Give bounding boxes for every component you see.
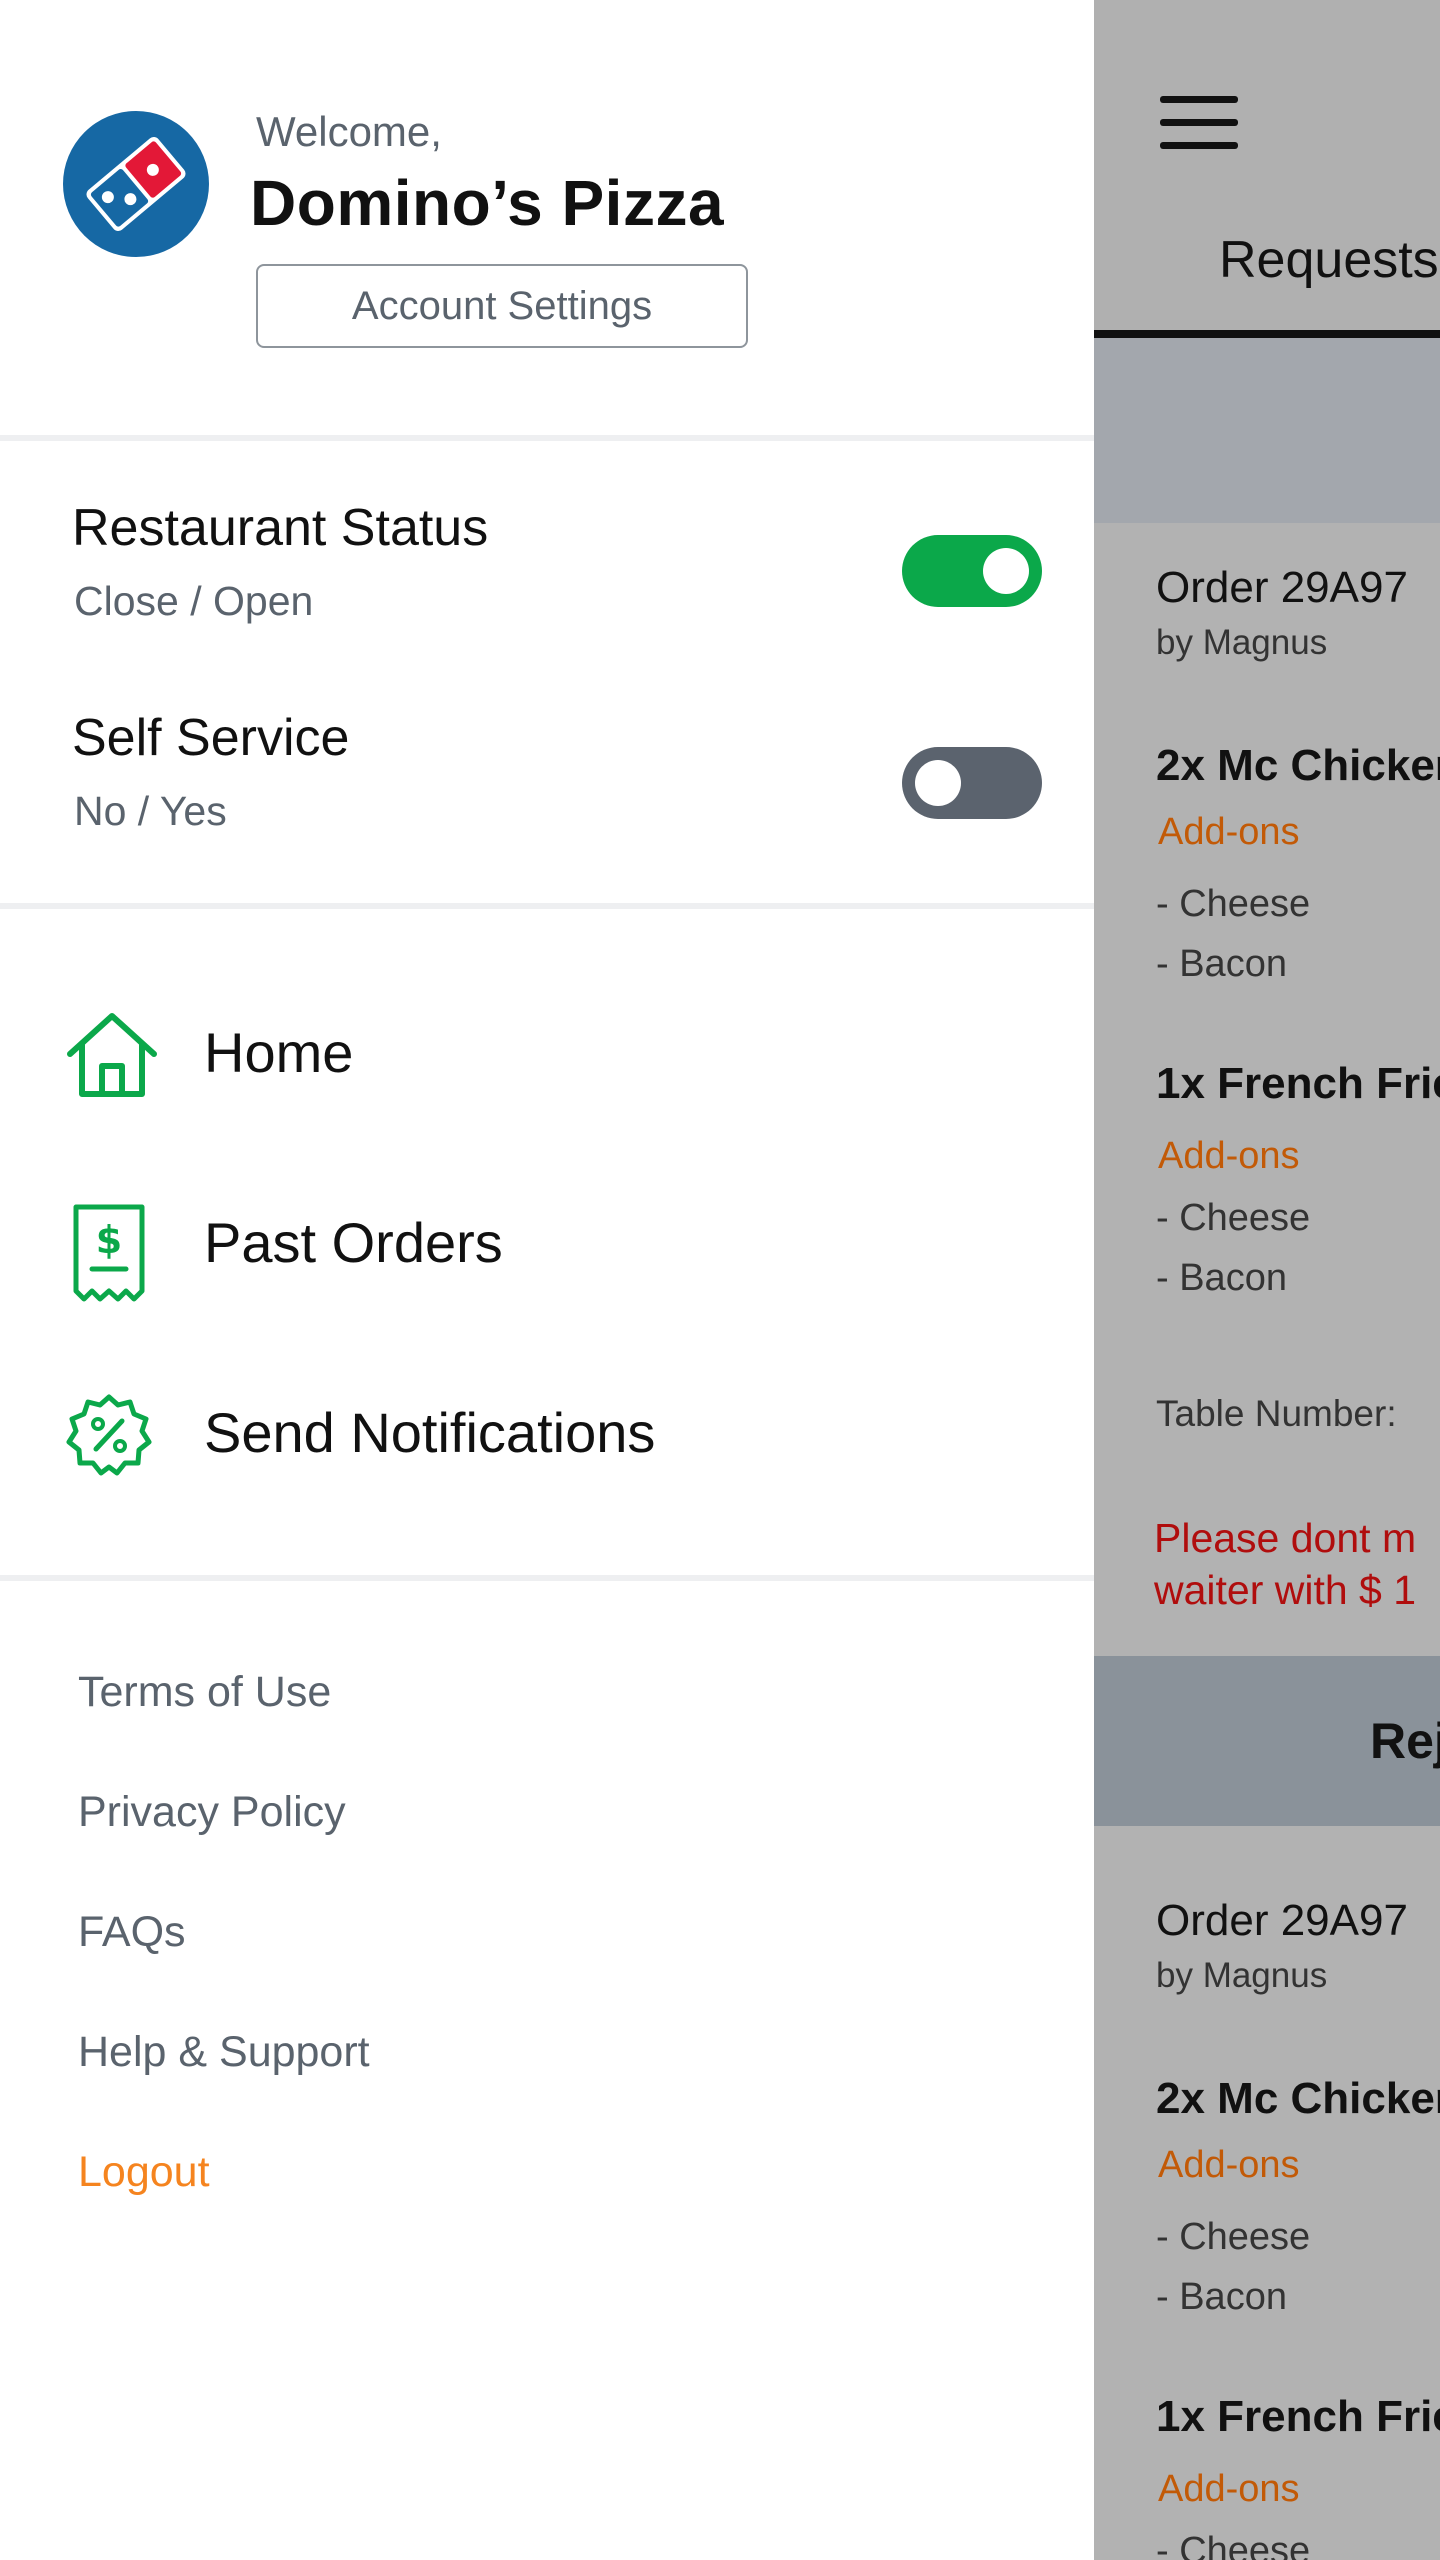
order-customer: by Magnus <box>1156 1956 1328 1995</box>
note-line: Please dont m <box>1154 1515 1417 1561</box>
divider <box>0 1575 1094 1581</box>
section-band <box>1092 338 1440 523</box>
nav-past-orders[interactable]: $ Past Orders <box>0 1167 1094 1317</box>
self-service-toggle[interactable] <box>902 747 1042 819</box>
item-name: 1x French Fries <box>1156 1059 1440 1108</box>
svg-text:$: $ <box>96 1218 122 1262</box>
receipt-dollar-icon: $ <box>73 1204 145 1302</box>
restaurant-status-sub: Close / Open <box>74 578 314 624</box>
order-item: 1x French Fries Add-ons - Cheese - Bacon <box>1092 1025 1440 1349</box>
dominos-logo <box>63 111 209 257</box>
nav-home-label: Home <box>204 1021 354 1084</box>
item-name: 1x French Fries <box>1156 2392 1440 2441</box>
addon-option: - Cheese <box>1156 2530 1311 2560</box>
restaurant-name: Domino’s Pizza <box>250 167 725 239</box>
nav-home[interactable]: Home <box>0 977 1094 1127</box>
addons-label: Add-ons <box>1158 1135 1300 1177</box>
divider <box>0 903 1094 909</box>
addon-option: - Cheese <box>1156 883 1311 925</box>
addons-label: Add-ons <box>1158 2144 1300 2186</box>
addon-option: - Cheese <box>1156 2216 1311 2258</box>
menu-icon[interactable] <box>1160 96 1238 150</box>
addon-option: - Bacon <box>1156 1257 1287 1299</box>
order-title: Order 29A97 <box>1156 1896 1408 1945</box>
addon-option: - Bacon <box>1156 2276 1287 2318</box>
toggle-knob <box>915 760 961 806</box>
table-number-label: Table Number: <box>1156 1393 1397 1434</box>
self-service-label: Self Service <box>72 709 350 767</box>
order-item: 2x Mc Chicken Add-ons - Cheese - Bacon <box>1092 2034 1440 2360</box>
account-settings-button[interactable]: Account Settings <box>256 264 748 348</box>
addons-label: Add-ons <box>1158 2468 1300 2510</box>
side-drawer: Welcome, Domino’s Pizza Account Settings… <box>0 0 1094 2560</box>
addon-option: - Bacon <box>1156 943 1287 985</box>
order-customer: by Magnus <box>1156 623 1328 662</box>
tab-requests[interactable]: Requests <box>1219 230 1439 290</box>
item-name: 2x Mc Chicken <box>1156 2074 1440 2123</box>
addon-option: - Cheese <box>1156 1197 1311 1239</box>
self-service-sub: No / Yes <box>74 788 227 834</box>
reject-label: Rej <box>1370 1713 1440 1769</box>
home-icon <box>67 1013 157 1097</box>
restaurant-status-label: Restaurant Status <box>72 499 489 557</box>
orders-screen-background: Requests Order 29A97 by Magnus 2x Mc Chi… <box>1092 0 1440 2560</box>
order-title: Order 29A97 <box>1156 563 1408 612</box>
privacy-policy-link[interactable]: Privacy Policy <box>78 1788 346 1837</box>
addons-label: Add-ons <box>1158 811 1300 853</box>
nav-send-notifications-label: Send Notifications <box>204 1401 656 1464</box>
welcome-text: Welcome, <box>256 108 442 155</box>
order-note: Please dont m waiter with $ 1 <box>1092 1476 1440 1656</box>
nav-past-orders-label: Past Orders <box>204 1211 503 1274</box>
order-item: 2x Mc Chicken Add-ons - Cheese - Bacon <box>1092 701 1440 1027</box>
terms-of-use-link[interactable]: Terms of Use <box>78 1668 331 1717</box>
item-name: 2x Mc Chicken <box>1156 741 1440 790</box>
toggle-knob <box>983 548 1029 594</box>
divider <box>0 435 1094 441</box>
nav-send-notifications[interactable]: Send Notifications <box>0 1357 1094 1507</box>
logout-link[interactable]: Logout <box>78 2148 210 2197</box>
table-number-row: Table Number: <box>1092 1347 1440 1478</box>
tab-indicator <box>1092 330 1440 338</box>
order-item: 1x French Fries Add-ons - Cheese <box>1092 2358 1440 2560</box>
restaurant-status-toggle[interactable] <box>902 535 1042 607</box>
order-header[interactable]: Order 29A97 by Magnus <box>1092 1856 1440 2036</box>
faqs-link[interactable]: FAQs <box>78 1908 186 1957</box>
note-line: waiter with $ 1 <box>1154 1567 1417 1613</box>
order-header[interactable]: Order 29A97 by Magnus <box>1092 523 1440 703</box>
help-support-link[interactable]: Help & Support <box>78 2028 370 2077</box>
percent-badge-icon <box>66 1394 152 1476</box>
